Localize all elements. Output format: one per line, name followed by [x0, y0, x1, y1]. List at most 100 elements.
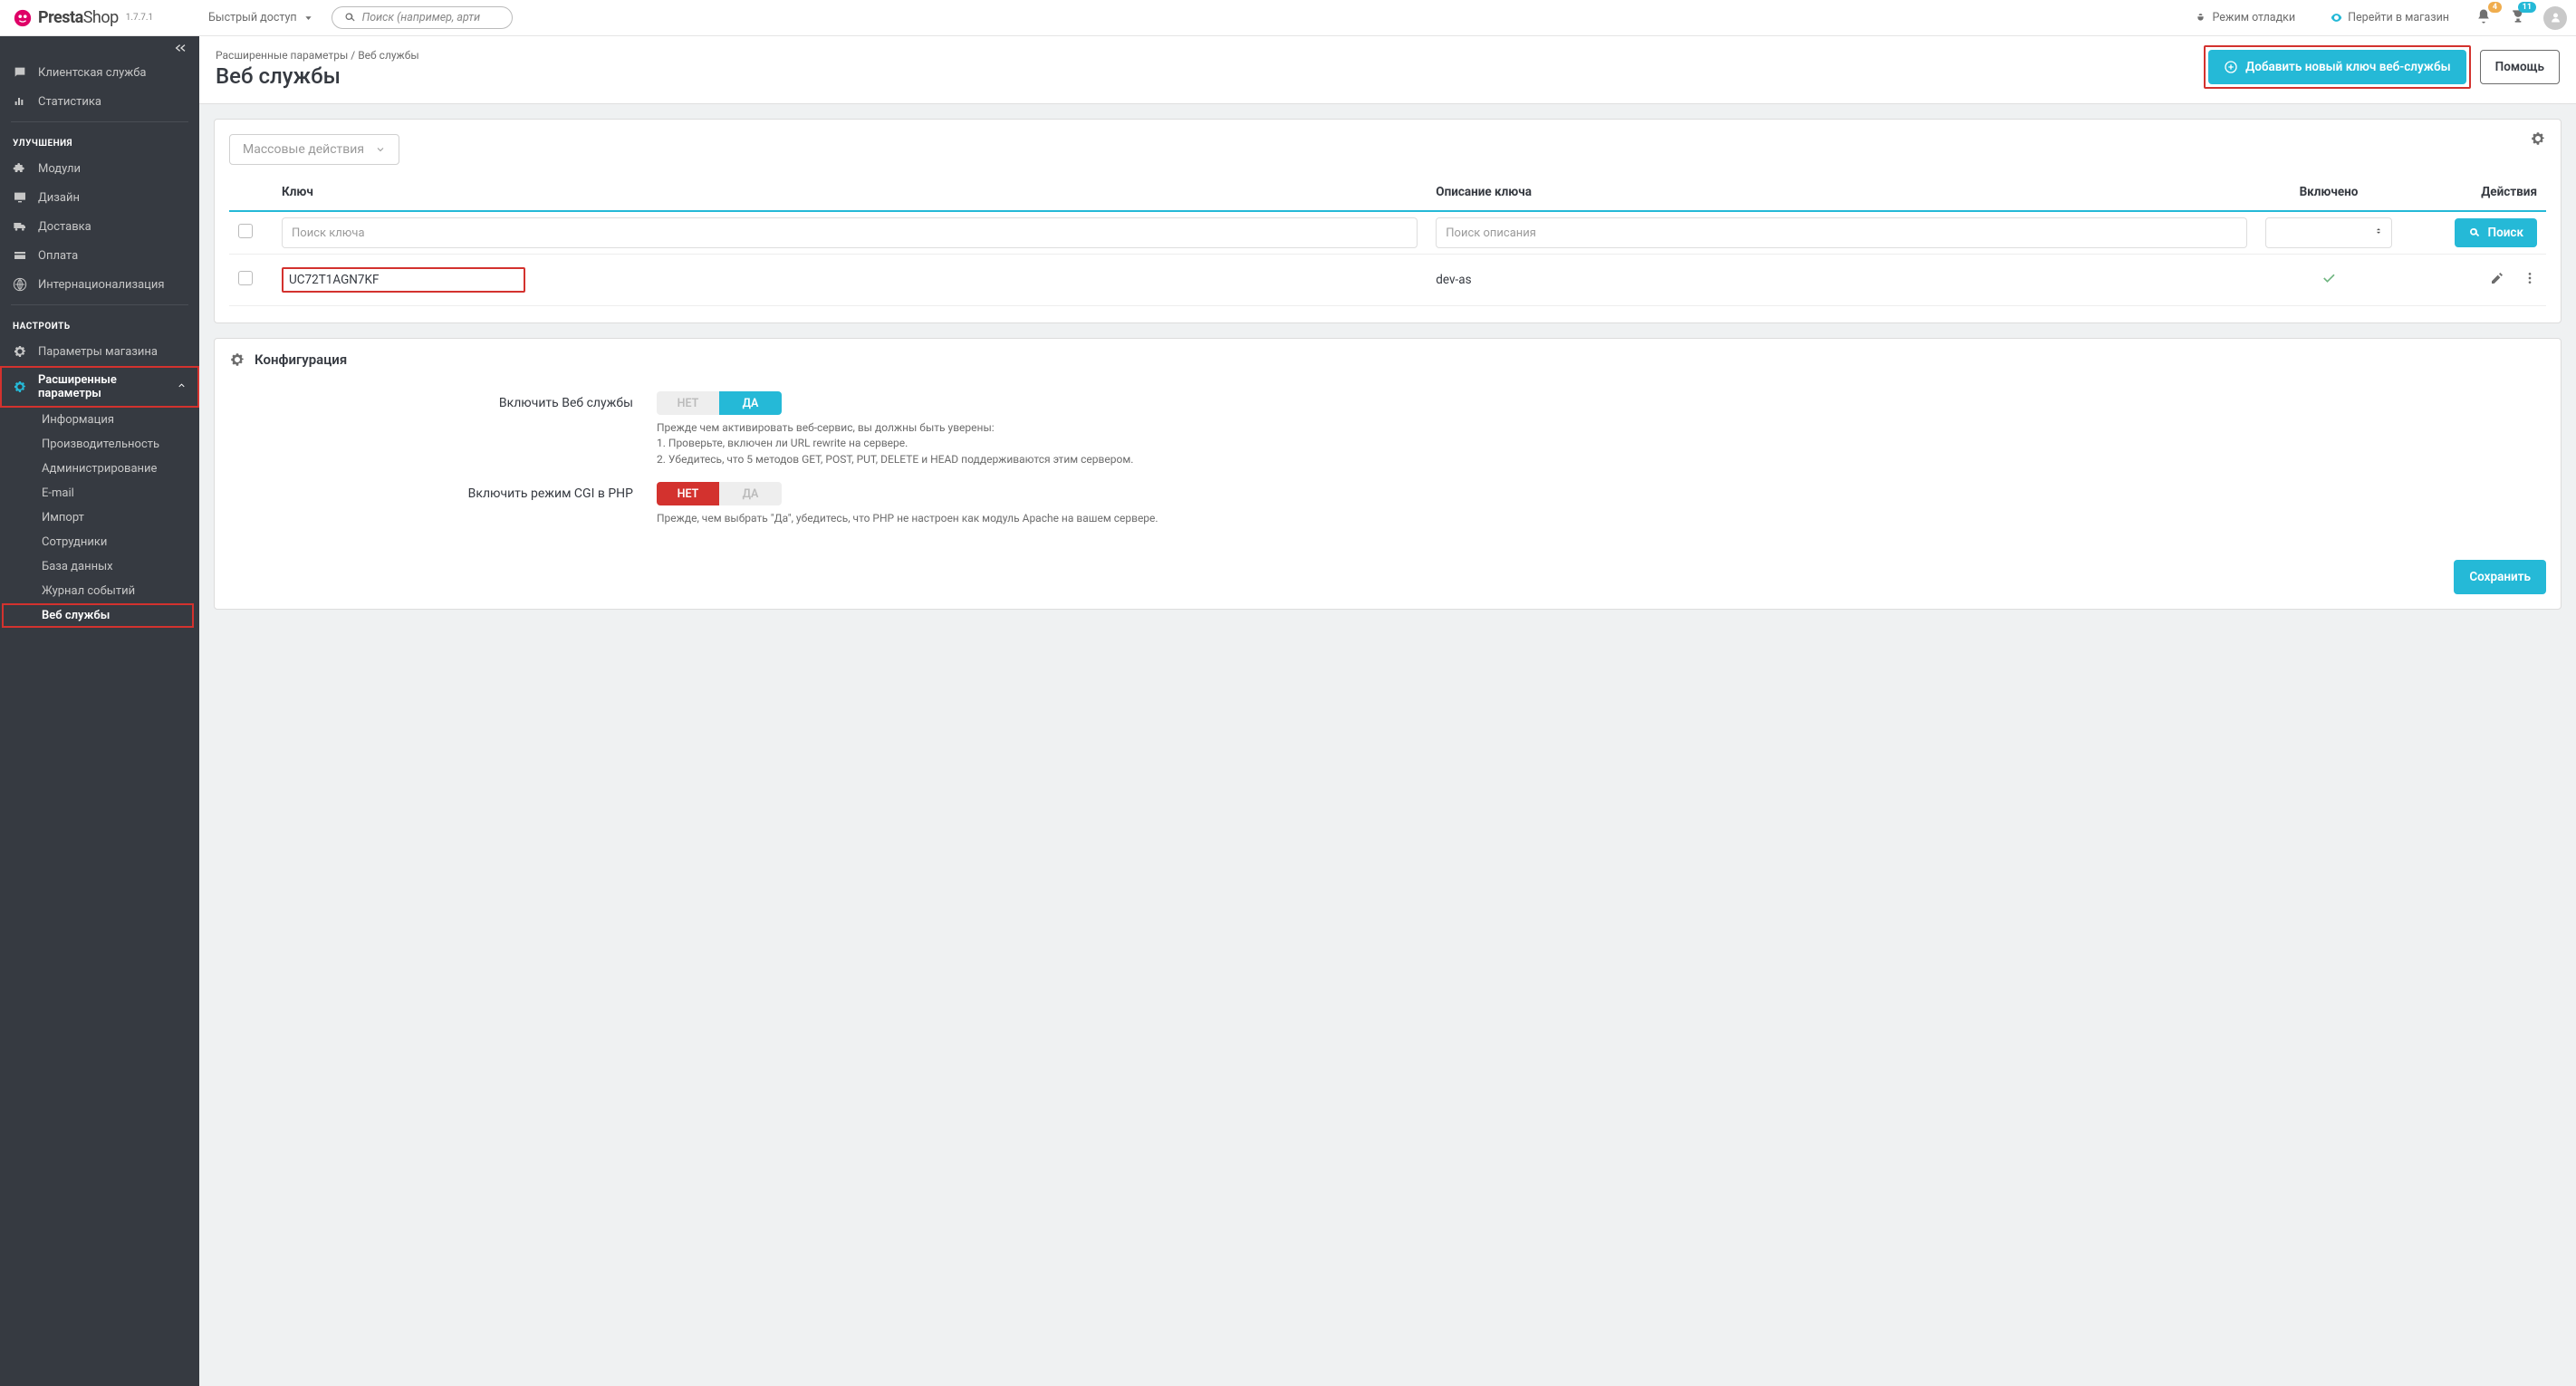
truck-icon: [13, 219, 27, 234]
sidebar-sub-information[interactable]: Информация: [0, 408, 199, 432]
gear-icon: [229, 351, 245, 368]
breadcrumb: Расширенные параметры / Веб службы: [216, 49, 2204, 62]
quick-access[interactable]: Быстрый доступ: [208, 11, 315, 24]
sidebar-item-payment[interactable]: Оплата: [0, 241, 199, 270]
card-icon: [13, 248, 27, 263]
bulk-actions-button[interactable]: Массовые действия: [229, 134, 399, 165]
gear-icon: [13, 344, 27, 359]
puzzle-icon: [13, 161, 27, 176]
col-enabled[interactable]: Включено: [2256, 178, 2401, 211]
chevron-up-icon: [177, 380, 187, 394]
sidebar-item-label: Дизайн: [38, 191, 187, 205]
sidebar-item-shipping[interactable]: Доставка: [0, 212, 199, 241]
col-key[interactable]: Ключ: [273, 178, 1427, 211]
view-store-label: Перейти в магазин: [2348, 11, 2449, 24]
enabled-check-icon: [2321, 275, 2337, 290]
enable-webservice-switch[interactable]: НЕТ ДА: [657, 391, 782, 415]
help-button-label: Помощь: [2495, 60, 2544, 74]
gear-icon: [2530, 130, 2546, 147]
configuration-panel: Конфигурация Включить Веб службы НЕТ ДА …: [214, 338, 2562, 610]
save-button-label: Сохранить: [2469, 570, 2531, 584]
pencil-icon: [2490, 271, 2504, 285]
sidebar-sub-performance[interactable]: Производительность: [0, 432, 199, 457]
debug-mode[interactable]: Режим отладки: [2194, 11, 2295, 24]
bulk-actions-label: Массовые действия: [243, 142, 364, 157]
user-icon: [2549, 11, 2562, 24]
sidebar-item-customer-service[interactable]: Клиентская служба: [0, 58, 199, 87]
content: Расширенные параметры / Веб службы Веб с…: [199, 36, 2576, 1386]
filter-enabled-select[interactable]: [2265, 217, 2392, 248]
sidebar-sub-employees[interactable]: Сотрудники: [0, 530, 199, 554]
user-avatar[interactable]: [2543, 6, 2567, 30]
desktop-icon: [13, 190, 27, 205]
sidebar-sub-logs[interactable]: Журнал событий: [0, 579, 199, 603]
sidebar-item-label: Статистика: [38, 95, 187, 109]
sidebar-item-international[interactable]: Интернационализация: [0, 270, 199, 299]
add-key-highlight: Добавить новый ключ веб-службы: [2204, 45, 2471, 89]
sidebar-item-label: Клиентская служба: [38, 66, 187, 80]
more-button[interactable]: [2523, 271, 2537, 289]
chevron-down-icon: [375, 144, 386, 155]
cart-badge: 11: [2518, 2, 2536, 13]
sidebar-item-label: Доставка: [38, 220, 187, 234]
sidebar-sub-administration[interactable]: Администрирование: [0, 457, 199, 481]
cgi-mode-switch[interactable]: НЕТ ДА: [657, 482, 782, 505]
eye-icon: [2330, 11, 2343, 24]
sidebar-item-design[interactable]: Дизайн: [0, 183, 199, 212]
row-checkbox[interactable]: [238, 271, 253, 285]
desc-value: dev-as: [1427, 255, 2256, 306]
select-all-checkbox[interactable]: [238, 224, 253, 238]
enable-webservice-label: Включить Веб службы: [244, 391, 633, 467]
sidebar-item-label: Расширенные параметры: [38, 373, 166, 400]
page-header: Расширенные параметры / Веб службы Веб с…: [199, 36, 2576, 104]
filter-key-input[interactable]: [282, 217, 1418, 248]
debug-mode-label: Режим отладки: [2212, 11, 2295, 24]
sidebar-item-shop-params[interactable]: Параметры магазина: [0, 337, 199, 366]
notif-badge: 4: [2488, 2, 2502, 13]
filter-search-label: Поиск: [2488, 226, 2523, 240]
search-placeholder: Поиск (например, арти: [362, 11, 481, 24]
logo-icon: [13, 8, 33, 28]
configuration-panel-header: Конфигурация: [215, 339, 2561, 368]
save-button[interactable]: Сохранить: [2454, 560, 2546, 594]
sidebar-divider: [11, 121, 188, 122]
collapse-sidebar-button[interactable]: [0, 36, 199, 58]
edit-button[interactable]: [2490, 271, 2504, 289]
sidebar-sub-email[interactable]: E-mail: [0, 481, 199, 505]
brand-name: PrestaShop: [38, 8, 119, 27]
bug-icon: [2194, 11, 2207, 24]
cgi-mode-help: Прежде, чем выбрать "Да", убедитесь, что…: [657, 511, 1273, 526]
add-key-button[interactable]: Добавить новый ключ веб-службы: [2208, 50, 2466, 84]
sidebar: Клиентская служба Статистика УЛУЧШЕНИЯ М…: [0, 36, 199, 1386]
sidebar-item-advanced-params[interactable]: Расширенные параметры: [0, 366, 199, 408]
sidebar-item-label: Модули: [38, 162, 187, 176]
sidebar-item-modules[interactable]: Модули: [0, 154, 199, 183]
filter-search-button[interactable]: Поиск: [2455, 218, 2537, 247]
notifications[interactable]: 4: [2475, 7, 2493, 29]
globe-icon: [13, 277, 27, 292]
filter-desc-input[interactable]: [1436, 217, 2247, 248]
add-key-button-label: Добавить новый ключ веб-службы: [2245, 60, 2451, 74]
logo[interactable]: PrestaShop 1.7.7.1: [0, 8, 199, 28]
gamification[interactable]: 11: [2509, 7, 2527, 29]
dots-icon: [2523, 271, 2537, 285]
key-value: UC72T1AGN7KF: [289, 273, 379, 287]
switch-yes: ДА: [719, 391, 782, 415]
gear-icon: [13, 380, 27, 394]
sidebar-heading-configure: НАСТРОИТЬ: [0, 313, 199, 337]
sidebar-sub-import[interactable]: Импорт: [0, 505, 199, 530]
sidebar-item-stats[interactable]: Статистика: [0, 87, 199, 116]
list-settings-button[interactable]: [2530, 130, 2546, 150]
view-store-link[interactable]: Перейти в магазин: [2330, 11, 2449, 24]
col-desc[interactable]: Описание ключа: [1427, 178, 2256, 211]
switch-no: НЕТ: [657, 482, 719, 505]
page-title: Веб службы: [216, 63, 2204, 89]
table-row: UC72T1AGN7KF dev-as: [229, 255, 2546, 306]
enable-webservice-help: Прежде чем активировать веб-сервис, вы д…: [657, 420, 1273, 467]
col-actions: Действия: [2401, 178, 2546, 211]
help-button[interactable]: Помощь: [2480, 50, 2560, 84]
sidebar-sub-database[interactable]: База данных: [0, 554, 199, 579]
webservice-table: Ключ Описание ключа Включено Действия: [229, 178, 2546, 306]
global-search[interactable]: Поиск (например, арти: [332, 6, 513, 29]
sidebar-sub-webservice[interactable]: Веб службы: [2, 603, 194, 628]
